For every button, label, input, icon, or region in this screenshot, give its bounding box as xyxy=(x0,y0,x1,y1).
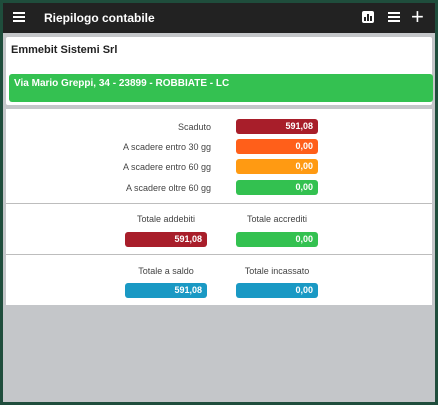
divider xyxy=(6,254,432,255)
app-window: Riepilogo contabile + Emmebit Sistemi Sr… xyxy=(0,0,438,405)
totale-incassato-label: Totale incassato xyxy=(244,266,310,276)
menu-icon[interactable] xyxy=(13,10,29,26)
totale-addebiti-value: 591,08 xyxy=(125,232,207,247)
app-bar: Riepilogo contabile + xyxy=(3,3,435,33)
aging-label-oltre60: A scadere oltre 60 gg xyxy=(125,183,211,193)
aging-value-oltre60: 0,00 xyxy=(236,180,318,195)
totale-saldo-value: 591,08 xyxy=(125,283,207,298)
aging-value-30: 0,00 xyxy=(236,139,318,154)
totale-saldo-label: Totale a saldo xyxy=(138,266,194,276)
totale-accrediti-value: 0,00 xyxy=(236,232,318,247)
client-card: Emmebit Sistemi Srl Via Mario Greppi, 34… xyxy=(6,37,433,105)
aging-value-scaduto: 591,08 xyxy=(236,119,318,134)
plus-icon[interactable]: + xyxy=(411,6,427,28)
divider xyxy=(6,203,432,204)
aging-label-60: A scadere entro 60 gg xyxy=(122,162,211,172)
totale-incassato-value: 0,00 xyxy=(236,283,318,298)
totale-addebiti-label: Totale addebiti xyxy=(136,214,196,224)
aging-value-60: 0,00 xyxy=(236,159,318,174)
page-title: Riepilogo contabile xyxy=(44,11,155,25)
company-name: Emmebit Sistemi Srl xyxy=(11,44,118,56)
aging-label-30: A scadere entro 30 gg xyxy=(122,142,211,152)
address-bar[interactable]: Via Mario Greppi, 34 - 23899 - ROBBIATE … xyxy=(9,74,433,102)
list-icon[interactable] xyxy=(386,9,402,25)
aging-label-scaduto: Scaduto xyxy=(177,122,211,132)
summary-card: Scaduto 591,08 A scadere entro 30 gg 0,0… xyxy=(6,109,432,305)
totale-accrediti-label: Totale accrediti xyxy=(246,214,308,224)
chart-icon[interactable] xyxy=(360,9,376,25)
